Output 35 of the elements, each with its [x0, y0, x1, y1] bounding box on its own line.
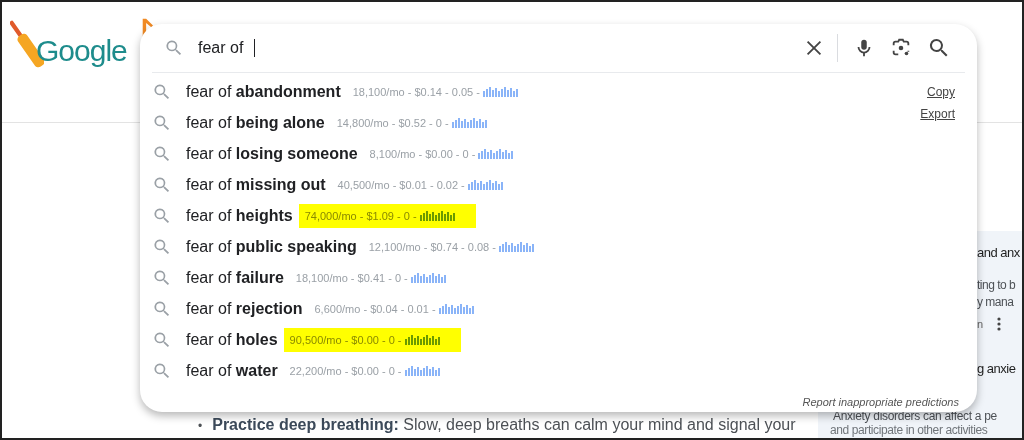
source-name: n [977, 318, 983, 330]
bullet-marker: • [198, 418, 203, 435]
suggestion-item[interactable]: fear of rejection [186, 299, 303, 318]
metrics-text: 14,800/mo - $0.52 - 0 - [336, 116, 449, 129]
metrics-text: 18,100/mo - $0.41 - 0 - [295, 271, 408, 284]
metrics-text: 8,100/mo - $0.00 - 0 - [369, 147, 476, 160]
metrics-text: 12,100/mo - $0.74 - 0.08 - [368, 240, 496, 253]
suggestion-item[interactable]: fear of losing someone [186, 144, 358, 163]
metrics-text: 18,100/mo - $0.14 - 0.05 - [352, 85, 480, 98]
suggestion-item[interactable]: fear of missing out [186, 175, 326, 194]
suggestion-item[interactable]: fear of being alone [186, 113, 325, 132]
action-link[interactable]: Export [920, 107, 955, 121]
metrics-text: 6,600/mo - $0.04 - 0.01 - [314, 302, 436, 315]
action-link[interactable]: Copy [927, 85, 955, 99]
suggestion-item[interactable]: fear of heights [186, 206, 293, 225]
suggestion-item[interactable]: fear of water [186, 361, 278, 380]
search-icon [164, 38, 184, 58]
card-text: Anxiety disorders can affect a pe [832, 410, 998, 423]
card-text: y mana [976, 295, 1015, 309]
metrics-text: 74,000/mo - $1.09 - 0 - [304, 209, 417, 222]
bullet-text: Practice deep breathing: Slow, deep breaths can calm your mind and signal your [212, 415, 796, 434]
suggestion-item[interactable]: fear of holes [186, 330, 278, 349]
card-text: and participate in other activities [829, 424, 989, 437]
card-title: and anx [976, 245, 1021, 260]
suggestion-item[interactable]: fear of public speaking [186, 237, 357, 256]
card-title: g anxie [976, 361, 1017, 376]
metrics-text: 40,500/mo - $0.01 - 0.02 - [337, 178, 465, 191]
report-link[interactable]: Report inappropriate predictions [802, 396, 959, 408]
metrics-text: 22,200/mo - $0.00 - 0 - [289, 364, 402, 377]
suggestion-item[interactable]: fear of failure [186, 268, 284, 287]
logo-text: Google [36, 34, 127, 68]
suggestion-item[interactable]: fear of abandonment [186, 82, 341, 101]
metrics-text: 90,500/mo - $0.00 - 0 - [289, 333, 402, 346]
card-text: ting to b [976, 278, 1017, 292]
more-icon[interactable] [996, 317, 1001, 331]
